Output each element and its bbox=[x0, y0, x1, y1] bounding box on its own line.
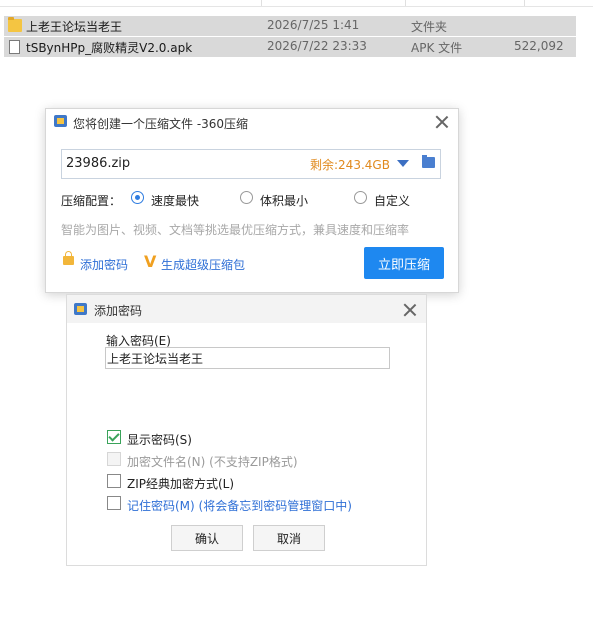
encrypt-filenames-label: 加密文件名(N) (不支持ZIP格式) bbox=[127, 455, 298, 469]
compress-dialog-title: 您将创建一个压缩文件 -360压缩 bbox=[73, 117, 249, 131]
encrypt-filenames-checkbox bbox=[107, 452, 121, 466]
column-separator[interactable] bbox=[261, 0, 262, 6]
create-sfx-link[interactable]: 生成超级压缩包 bbox=[161, 256, 245, 273]
sfx-v-icon: V bbox=[144, 252, 157, 271]
compress-dialog-titlebar[interactable]: 您将创建一个压缩文件 -360压缩 bbox=[46, 109, 458, 135]
chevron-down-icon[interactable] bbox=[397, 160, 409, 167]
password-input[interactable] bbox=[105, 347, 390, 369]
ok-button[interactable]: 确认 bbox=[171, 525, 243, 551]
close-icon[interactable] bbox=[435, 115, 449, 129]
remember-password-checkbox[interactable] bbox=[107, 496, 121, 510]
password-dialog-titlebar[interactable]: 添加密码 bbox=[67, 295, 426, 323]
column-separator[interactable] bbox=[524, 0, 525, 6]
file-icon bbox=[9, 40, 20, 54]
archive-filename[interactable]: 23986.zip bbox=[66, 156, 130, 171]
radio-custom[interactable] bbox=[354, 191, 367, 204]
file-type: APK 文件 bbox=[411, 41, 463, 55]
file-row-folder[interactable]: 上老王论坛当老王 2026/7/25 1:41 文件夹 bbox=[4, 16, 576, 36]
free-space-label: 剩余:243.4GB bbox=[310, 158, 390, 172]
radio-fastest-label[interactable]: 速度最快 bbox=[151, 192, 199, 209]
folder-browse-icon[interactable] bbox=[422, 155, 435, 168]
add-password-link[interactable]: 添加密码 bbox=[80, 256, 128, 273]
compress-hint: 智能为图片、视频、文档等挑选最优压缩方式，兼具速度和压缩率 bbox=[61, 223, 410, 237]
compress-now-button[interactable]: 立即压缩 bbox=[364, 247, 444, 279]
zip-classic-encryption-checkbox[interactable] bbox=[107, 474, 121, 488]
file-type: 文件夹 bbox=[411, 20, 448, 34]
file-name: tSBynHPp_腐败精灵V2.0.apk bbox=[26, 41, 193, 55]
column-separator[interactable] bbox=[405, 0, 406, 6]
archive-icon bbox=[74, 303, 87, 315]
close-icon[interactable] bbox=[403, 303, 417, 317]
lock-icon bbox=[63, 251, 74, 265]
password-dialog: 添加密码 输入密码(E) 显示密码(S) 加密文件名(N) (不支持ZIP格式)… bbox=[66, 294, 427, 566]
file-date: 2026/7/22 23:33 bbox=[267, 39, 367, 53]
radio-smallest[interactable] bbox=[240, 191, 253, 204]
file-date: 2026/7/25 1:41 bbox=[267, 18, 360, 32]
file-name: 上老王论坛当老王 bbox=[26, 20, 123, 34]
radio-custom-label[interactable]: 自定义 bbox=[374, 192, 410, 209]
remember-password-label[interactable]: 记住密码(M) (将会备忘到密码管理窗口中) bbox=[127, 497, 352, 514]
folder-icon bbox=[8, 17, 22, 32]
show-password-checkbox[interactable] bbox=[107, 430, 121, 444]
config-label: 压缩配置： bbox=[61, 194, 122, 208]
column-header bbox=[0, 0, 593, 7]
radio-smallest-label[interactable]: 体积最小 bbox=[260, 192, 308, 209]
show-password-label[interactable]: 显示密码(S) bbox=[127, 431, 192, 448]
file-size: 522,092 bbox=[514, 39, 564, 53]
compress-dialog: 您将创建一个压缩文件 -360压缩 23986.zip 剩余:243.4GB 压… bbox=[45, 108, 459, 293]
radio-fastest[interactable] bbox=[131, 191, 144, 204]
archive-path-field[interactable]: 23986.zip 剩余:243.4GB bbox=[61, 149, 441, 179]
cancel-button[interactable]: 取消 bbox=[253, 525, 325, 551]
zip-classic-encryption-label[interactable]: ZIP经典加密方式(L) bbox=[127, 475, 234, 492]
archive-icon bbox=[54, 115, 67, 127]
password-dialog-title: 添加密码 bbox=[94, 304, 143, 318]
file-row-apk[interactable]: tSBynHPp_腐败精灵V2.0.apk 2026/7/22 23:33 AP… bbox=[4, 37, 576, 57]
